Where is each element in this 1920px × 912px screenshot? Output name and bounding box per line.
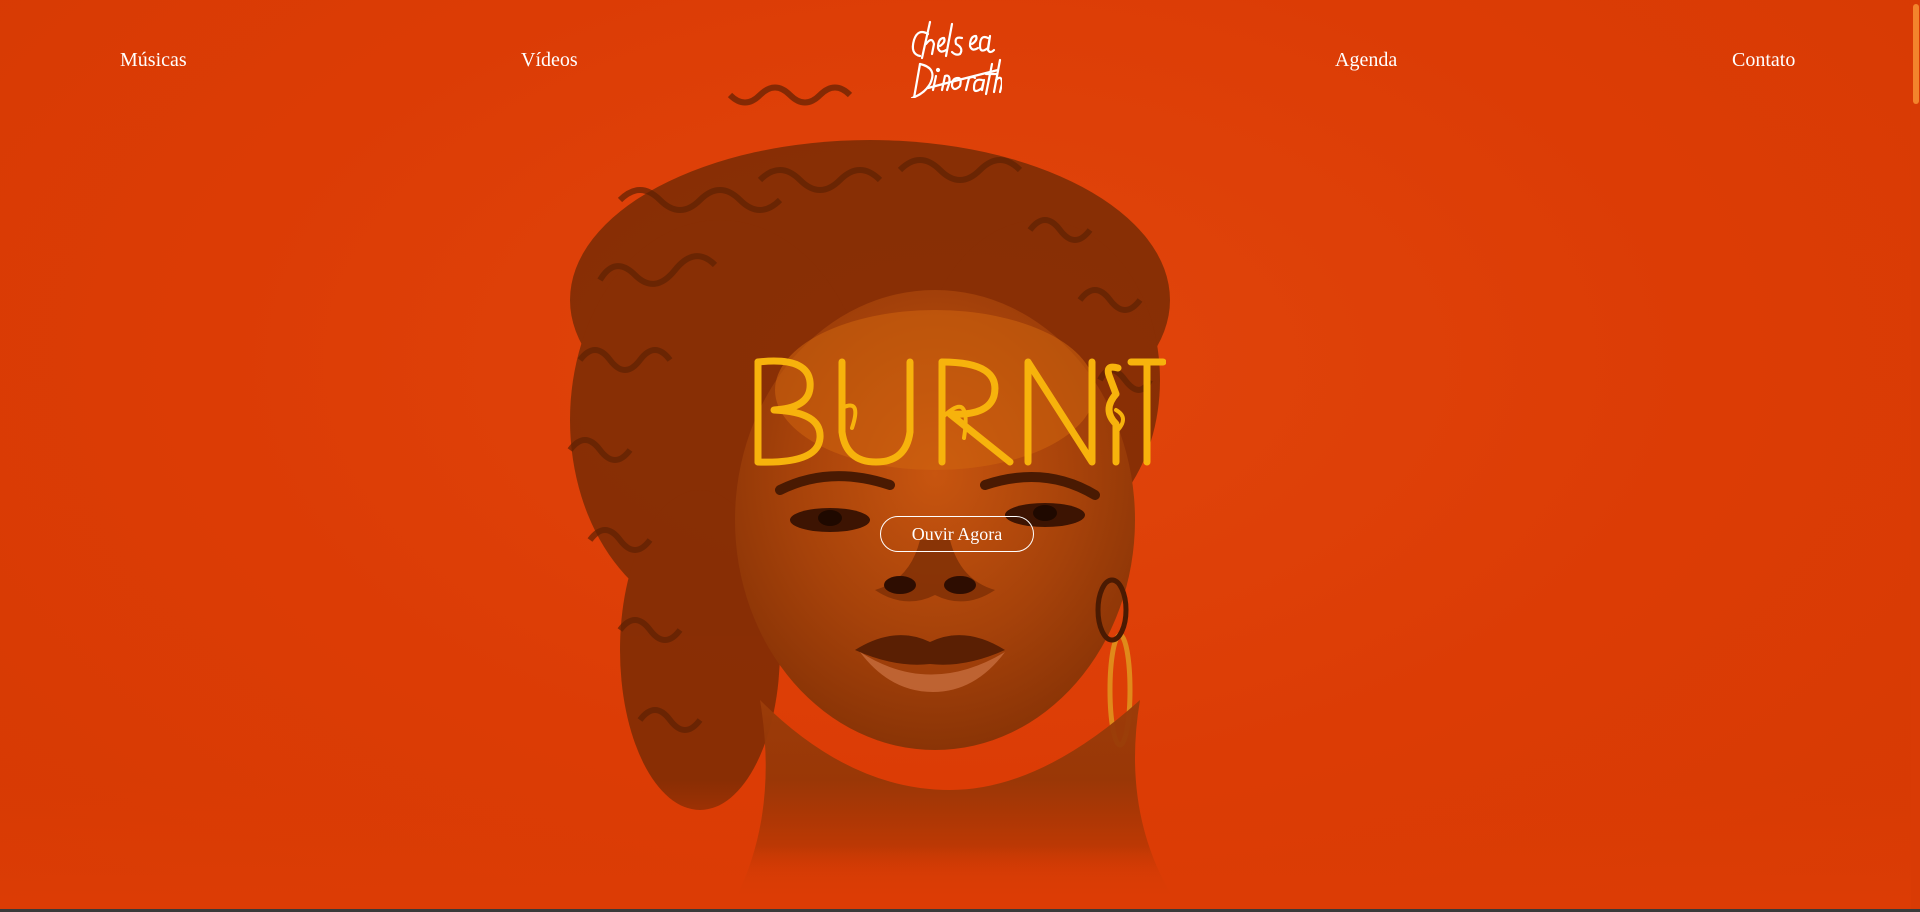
- nav-link-videos[interactable]: Vídeos: [521, 49, 578, 72]
- nav-link-musicas[interactable]: Músicas: [120, 49, 187, 72]
- main-navigation: Músicas Vídeos Chelsea Dinorath: [0, 0, 1911, 120]
- page-scrollbar[interactable]: [1911, 0, 1920, 909]
- listen-now-button[interactable]: Ouvir Agora: [880, 516, 1034, 552]
- scrollbar-thumb[interactable]: [1913, 4, 1919, 104]
- hero-section: Músicas Vídeos Chelsea Dinorath: [0, 0, 1920, 909]
- hero-title-lettering: [754, 357, 1166, 466]
- nav-link-contato[interactable]: Contato: [1732, 49, 1795, 72]
- signature-logo-icon: [910, 20, 1002, 98]
- hero-title: BURN IT: [0, 348, 1911, 486]
- nav-link-agenda[interactable]: Agenda: [1335, 49, 1397, 72]
- brand-logo[interactable]: Chelsea Dinorath: [906, 20, 1002, 98]
